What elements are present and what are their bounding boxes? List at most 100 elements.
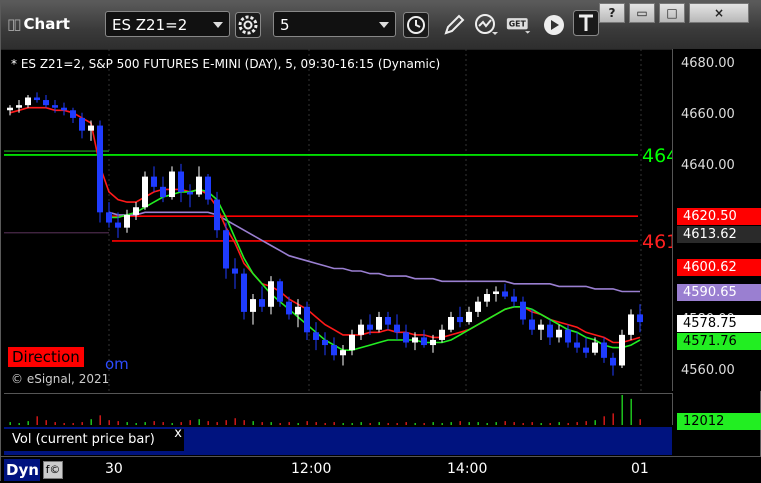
price-label: 4571.76 (677, 332, 761, 350)
price-tick: 4680.00 (681, 56, 735, 72)
price-label: 4578.75 (677, 314, 761, 332)
pencil-icon[interactable] (441, 12, 467, 38)
volume-bar (576, 422, 578, 425)
settings-gear-icon[interactable] (235, 12, 261, 38)
volume-bar (360, 422, 362, 425)
candle-body (151, 176, 157, 187)
candle-body (124, 214, 130, 228)
restore-button[interactable]: ▭ (629, 3, 655, 23)
candle-body (295, 306, 301, 315)
volume-bar (90, 419, 92, 425)
volume-bar (63, 423, 65, 425)
price-tick: 4640.00 (681, 158, 735, 174)
candle-body (79, 117, 85, 131)
volume-bar (252, 421, 254, 425)
direction-label[interactable]: Direction (8, 347, 84, 367)
svg-text:GET: GET (509, 20, 527, 29)
close-icon[interactable]: x (174, 423, 182, 445)
candle-body (340, 350, 346, 356)
candle-body (214, 199, 220, 231)
ma-red-line (9, 106, 641, 344)
candle-body (502, 291, 508, 297)
help-button[interactable]: ? (599, 3, 625, 23)
ma-purple-line (108, 211, 640, 293)
volume-bar (270, 422, 272, 425)
volume-bar (162, 422, 164, 425)
volume-bar (549, 423, 551, 425)
get-data-icon[interactable]: GET (506, 12, 532, 38)
red-ma-line (9, 106, 641, 344)
volume-bar (333, 422, 335, 425)
volume-bar (630, 398, 632, 425)
volume-bar (261, 422, 263, 425)
price-chart[interactable]: 464 461 (4, 49, 672, 391)
text-tool-icon[interactable] (573, 10, 599, 36)
candle-body (565, 329, 571, 343)
volume-bar (495, 422, 497, 425)
candle-body (475, 301, 481, 312)
candle-body (628, 314, 634, 335)
candle-body (331, 345, 337, 356)
window-title: ▯▯ Chart (7, 15, 70, 33)
candle-body (115, 222, 121, 228)
candle-body (538, 324, 544, 330)
volume-panel-title: Vol (current price bar) (12, 432, 155, 447)
volume-bar (459, 421, 461, 425)
volume-bar (378, 422, 380, 425)
chevron-down-icon (379, 22, 389, 28)
candle-body (223, 230, 229, 269)
candle-series (7, 92, 643, 376)
line-tags: 464 461 (642, 145, 672, 253)
volume-chart (4, 393, 672, 426)
volume-bar (18, 423, 20, 425)
volume-bars (9, 395, 641, 425)
volume-panel-label: Vol (current price bar) x (4, 426, 184, 451)
volume-bar (432, 422, 434, 425)
volume-bar (405, 422, 407, 425)
function-icon[interactable]: f© (43, 461, 63, 479)
volume-bar (567, 423, 569, 425)
volume-bar (594, 420, 596, 425)
candle-body (142, 176, 148, 208)
volume-bar (225, 420, 227, 425)
maximize-button[interactable]: □ (659, 3, 685, 23)
candle-body (601, 342, 607, 358)
candle-body (556, 329, 562, 338)
volume-bar (585, 421, 587, 425)
chart-window: ▯▯ Chart ES Z21=2 5 GET ? ▭ □ × 46 46 * … (0, 0, 761, 483)
volume-bar (468, 422, 470, 425)
clock-icon[interactable] (403, 12, 429, 38)
candle-body (250, 299, 256, 312)
study-icon[interactable] (473, 12, 499, 38)
candle-body (529, 319, 535, 330)
purple-ma-line (108, 211, 640, 293)
price-scale[interactable]: 4680.004660.004640.004620.004600.004580.… (672, 49, 761, 391)
candle-body (574, 342, 580, 348)
volume-bar (558, 422, 560, 425)
candle-body (187, 191, 193, 195)
candle-body (493, 291, 499, 295)
symbol-combo[interactable]: ES Z21=2 (105, 11, 230, 37)
candle-body (286, 301, 292, 315)
volume-bar (486, 423, 488, 425)
candle-body (313, 332, 319, 340)
interval-combo[interactable]: 5 (273, 11, 396, 37)
play-icon[interactable] (541, 12, 567, 38)
candle-body (133, 207, 139, 215)
drag-grip-icon[interactable]: ▯▯ (7, 15, 21, 33)
close-button[interactable]: × (689, 3, 749, 23)
candle-body (232, 268, 238, 274)
volume-bar (414, 423, 416, 425)
volume-bar (153, 421, 155, 425)
dyn-button[interactable]: Dyn (4, 459, 40, 481)
volume-bar (99, 415, 101, 425)
time-axis: Dyn f© 30 12:00 14:00 01 (1, 456, 761, 483)
volume-bar (351, 423, 353, 425)
x-label: 01 (631, 461, 649, 477)
candle-body (385, 316, 391, 325)
volume-bar (603, 416, 605, 425)
line-tag: 461 (642, 231, 672, 253)
candle-body (376, 316, 382, 330)
direction-link[interactable]: om (105, 355, 129, 373)
volume-bar (612, 413, 614, 425)
